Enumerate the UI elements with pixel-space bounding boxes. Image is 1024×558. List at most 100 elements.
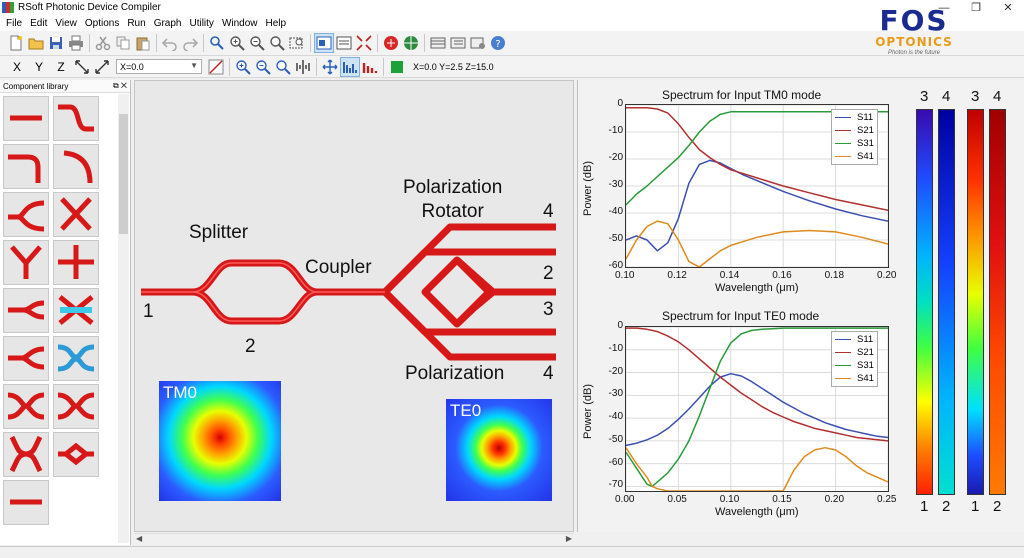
list-view-icon[interactable] [448,33,468,53]
component-double-coupler[interactable] [53,384,99,429]
chart-1-xtick-label: 0.05 [667,494,687,505]
close-button[interactable]: ✕ [992,0,1024,15]
table-view-icon[interactable] [428,33,448,53]
component-ring-diamond[interactable] [53,432,99,477]
chart-0-ytick-label: -50 [608,233,623,244]
chart-0-xlabel: Wavelength (μm) [715,282,799,294]
menu-view[interactable]: View [51,18,81,29]
menu-edit[interactable]: Edit [26,18,51,29]
print-icon[interactable] [66,33,86,53]
simulate-run-icon[interactable] [381,33,401,53]
settings-window-icon[interactable] [468,33,488,53]
expand-diagonal-icon[interactable] [92,57,112,77]
axis-y-button[interactable]: Y [28,57,50,77]
undo-icon[interactable] [160,33,180,53]
properties-icon[interactable] [334,33,354,53]
pin-icon[interactable]: ⧉ [113,81,119,90]
scroll-left-icon[interactable]: ◀ [136,534,142,543]
green-square-icon[interactable] [387,57,407,77]
fit-arrows-icon[interactable] [72,57,92,77]
chart-1-xtick-label: 0.15 [772,494,792,505]
axis-x-button[interactable]: X [6,57,28,77]
component-crossing[interactable] [53,192,99,237]
colorbar-top-label-3: 3 [971,88,980,105]
colorbar-3-1-b [967,109,984,495]
panel-close-icon[interactable]: ✕ [121,81,127,90]
globe-run-icon[interactable] [401,33,421,53]
component-y-junction[interactable] [3,336,49,381]
component-y-splitter[interactable] [3,240,49,285]
paste-icon[interactable] [133,33,153,53]
redo-icon[interactable] [180,33,200,53]
zoom-window-icon[interactable] [287,33,307,53]
component-library-panel: Component library ⧉ ✕ [0,80,131,545]
legend-swatch [835,351,851,354]
component-taper-y[interactable] [3,288,49,333]
new-file-icon[interactable] [6,33,26,53]
layout-canvas[interactable]: Splitter Coupler Polarization Rotator Po… [134,80,574,532]
library-scrollbar[interactable] [118,94,129,543]
copy-icon[interactable] [113,33,133,53]
colorbar-top-label-4: 4 [993,88,1002,105]
layout-view-icon[interactable] [314,33,334,53]
menu-utility[interactable]: Utility [185,18,217,29]
pan-move-icon[interactable] [320,57,340,77]
legend-swatch [835,338,851,341]
menu-help[interactable]: Help [262,18,291,29]
chart-1-title: Spectrum for Input TE0 mode [662,309,820,323]
menu-options[interactable]: Options [81,18,123,29]
slope-tool-icon[interactable] [206,57,226,77]
app-icon [2,2,14,13]
expand-view-icon[interactable] [354,33,374,53]
zoom-in-2-icon[interactable] [233,57,253,77]
histogram-icon[interactable] [360,57,380,77]
component-t-junction[interactable] [53,240,99,285]
zoom-out-2-icon[interactable] [253,57,273,77]
scroll-right-icon[interactable]: ▶ [566,534,572,543]
component-mmi-crossing[interactable] [53,288,99,333]
menu-window[interactable]: Window [218,18,262,29]
chart-1-xlabel: Wavelength (μm) [715,506,799,518]
component-bend-right[interactable] [3,144,49,189]
component-s-bend[interactable] [53,96,99,141]
component-straight-waveguide[interactable] [3,96,49,141]
component-x-branch[interactable] [3,432,49,477]
te0-label: TE0 [450,401,482,420]
te0-mode-profile: TE0 [446,399,552,501]
panel-controls: ⧉ ✕ [113,81,127,91]
zoom-in-icon[interactable] [227,33,247,53]
library-scroll-thumb[interactable] [119,114,128,234]
axis-z-button[interactable]: Z [50,57,72,77]
open-folder-icon[interactable] [26,33,46,53]
select-tool-icon[interactable] [207,33,227,53]
chart-0-ytick-label: 0 [617,98,623,109]
legend-label: S11 [857,334,874,345]
help-icon[interactable]: ? [488,33,508,53]
component-x-coupler[interactable] [3,384,49,429]
zoom-fit-icon[interactable] [267,33,287,53]
zoom-region-icon[interactable] [273,57,293,77]
port-2-bottom-label: 2 [245,336,256,357]
component-y-branch[interactable] [3,192,49,237]
menu-graph[interactable]: Graph [150,18,186,29]
zoom-out-icon[interactable] [247,33,267,53]
split-view-icon[interactable] [293,57,313,77]
canvas-horizontal-scrollbar[interactable]: ◀ ▶ [134,533,574,545]
colorbar-bottom-label-4: 2 [993,498,1002,515]
coordinate-select[interactable]: X=0.0 ▼ [116,59,202,74]
legend-label: S41 [857,373,874,384]
menu-file[interactable]: File [2,18,26,29]
component-straight-short[interactable] [3,480,49,525]
chart-1-ytick-label: -50 [608,433,623,445]
legend-label: S11 [857,112,874,123]
chart-0-xtick-label: 0.16 [772,270,792,281]
legend-entry: S41 [835,372,874,385]
waveform-icon[interactable] [340,56,360,77]
save-icon[interactable] [46,33,66,53]
chart-0-title: Spectrum for Input TM0 mode [662,88,822,102]
menu-run[interactable]: Run [123,18,149,29]
component-directional-coupler[interactable] [53,336,99,381]
chart-1-legend: S11 S21 S31 S41 [831,331,878,387]
component-arc-bend[interactable] [53,144,99,189]
cut-icon[interactable] [93,33,113,53]
